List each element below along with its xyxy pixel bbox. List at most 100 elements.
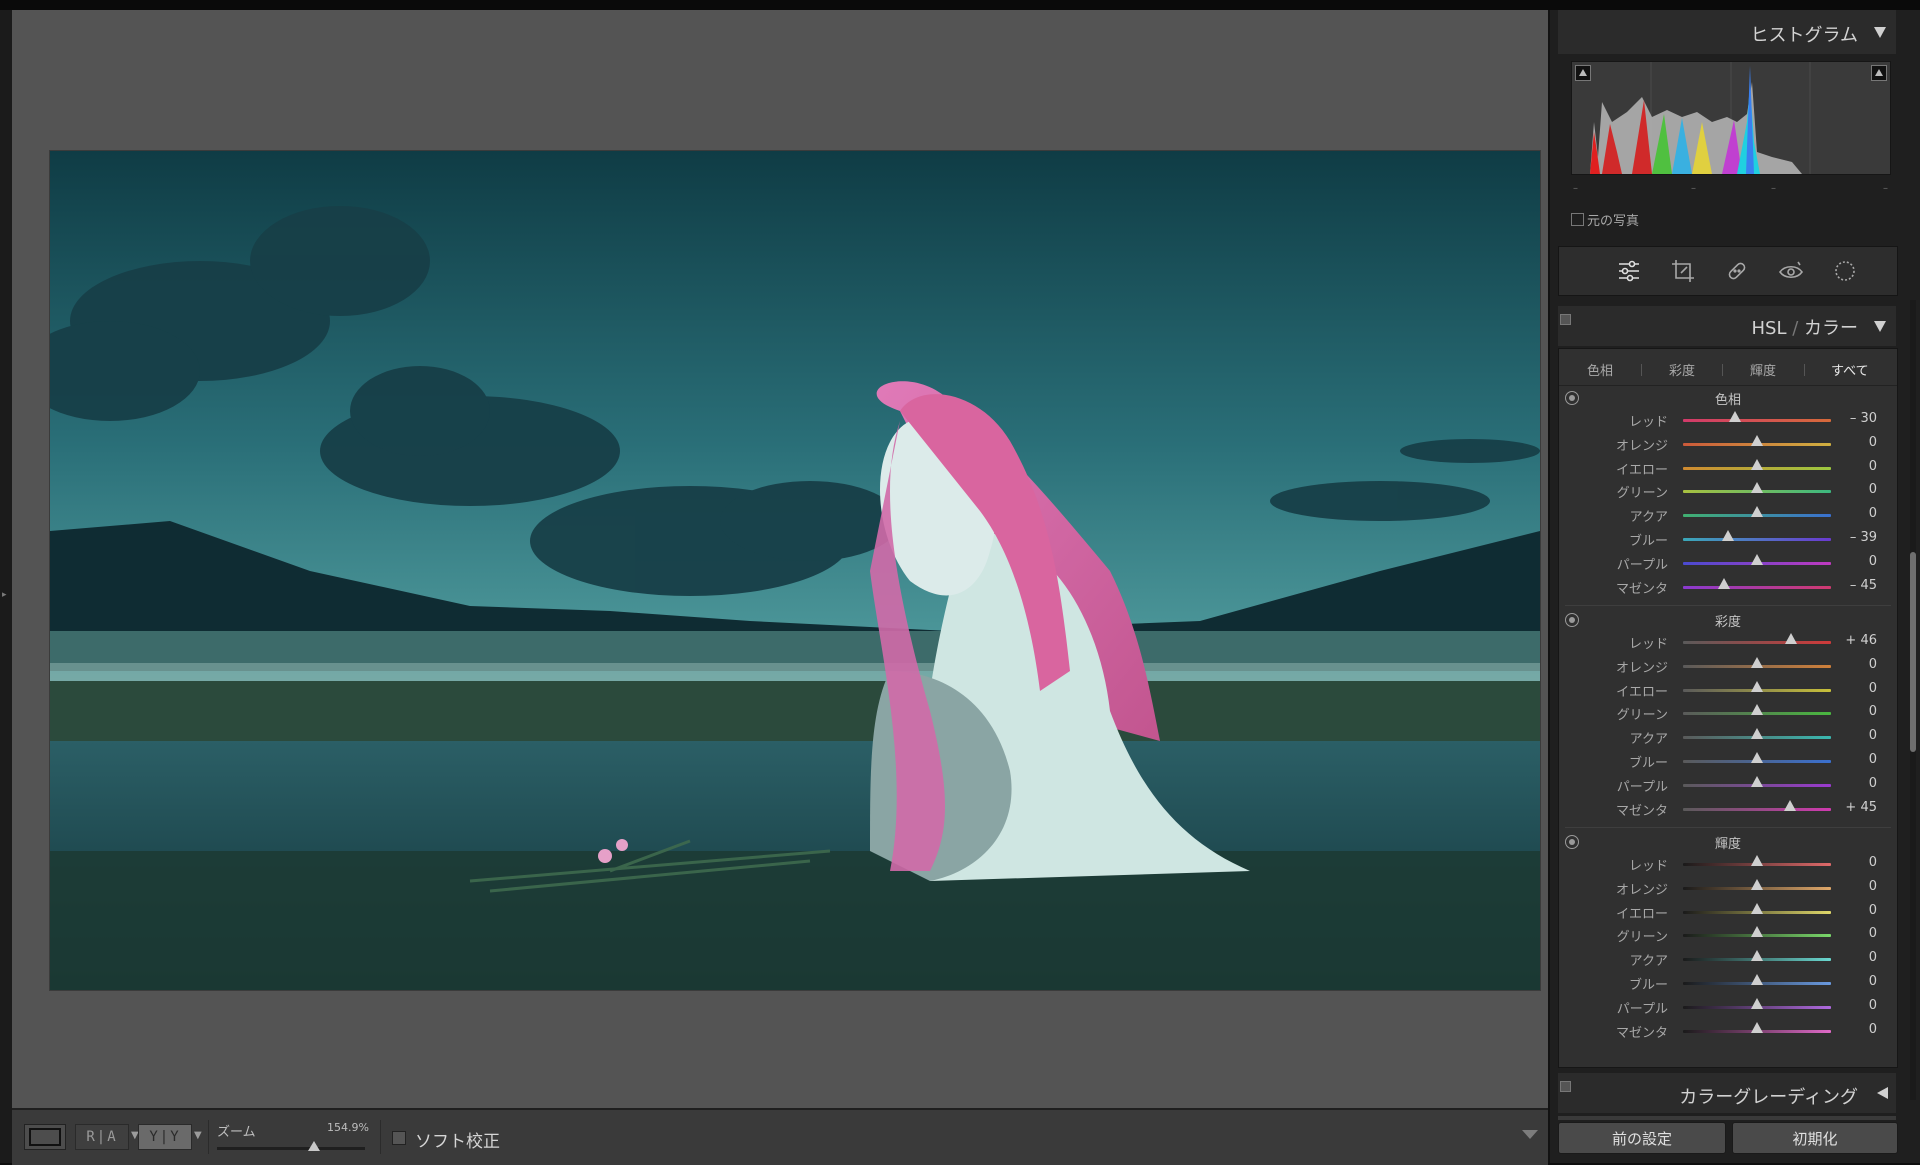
hsl-slider-track[interactable] (1683, 458, 1831, 470)
hsl-slider-handle[interactable] (1751, 680, 1763, 692)
hsl-slider-track[interactable] (1683, 878, 1831, 890)
hsl-slider-handle[interactable] (1751, 434, 1763, 446)
previous-settings-button[interactable]: 前の設定 (1558, 1122, 1726, 1154)
hsl-slider-track[interactable] (1683, 411, 1831, 422)
hsl-slider-track[interactable] (1683, 530, 1831, 541)
hsl-slider-handle[interactable] (1751, 950, 1763, 962)
collapse-triangle-icon[interactable] (1874, 321, 1886, 332)
tab-saturation[interactable]: 彩度 (1669, 360, 1695, 379)
hsl-slider-track[interactable] (1683, 577, 1831, 589)
hsl-slider-handle[interactable] (1751, 902, 1763, 914)
hsl-slider-value[interactable]: 0 (1827, 903, 1877, 918)
expand-triangle-icon[interactable] (1877, 1087, 1888, 1099)
hsl-slider-track[interactable] (1683, 680, 1831, 692)
hsl-slider-track[interactable] (1683, 997, 1831, 1009)
before-after-split-dropdown-icon[interactable]: ▼ (194, 1130, 202, 1141)
hsl-slider-handle[interactable] (1751, 752, 1763, 763)
hsl-slider-track[interactable] (1683, 855, 1831, 866)
hsl-slider-track[interactable] (1683, 506, 1831, 518)
tab-hue[interactable]: 色相 (1587, 360, 1613, 379)
original-photo-checkbox[interactable] (1571, 213, 1584, 226)
hsl-slider-value[interactable]: 0 (1827, 482, 1877, 497)
hsl-slider-value[interactable]: – 45 (1827, 578, 1877, 593)
hsl-slider-value[interactable]: 0 (1827, 435, 1877, 450)
hsl-slider-track[interactable] (1683, 704, 1831, 716)
hsl-slider-value[interactable]: 0 (1827, 879, 1877, 894)
original-photo-label[interactable]: 元の写真 (1587, 210, 1639, 229)
crop-icon[interactable] (1668, 256, 1698, 286)
hsl-slider-value[interactable]: 0 (1827, 998, 1877, 1013)
left-panel-edge[interactable]: ▸ (0, 10, 12, 1163)
tab-all[interactable]: すべて (1831, 360, 1869, 379)
hsl-slider-track[interactable] (1683, 1021, 1831, 1033)
histogram-chart[interactable] (1571, 61, 1891, 175)
hsl-slider-handle[interactable] (1751, 775, 1763, 787)
tab-luminance[interactable]: 輝度 (1750, 360, 1776, 379)
sliders-icon[interactable] (1614, 256, 1644, 286)
hsl-slider-track[interactable] (1683, 752, 1831, 763)
hsl-slider-value[interactable]: 0 (1827, 974, 1877, 989)
hsl-slider-track[interactable] (1683, 950, 1831, 962)
hsl-slider-track[interactable] (1683, 633, 1831, 644)
hsl-slider-value[interactable]: 0 (1827, 855, 1877, 870)
hsl-slider-track[interactable] (1683, 482, 1831, 494)
mask-icon[interactable] (1830, 256, 1860, 286)
hsl-slider-handle[interactable] (1722, 530, 1735, 541)
hsl-slider-handle[interactable] (1751, 553, 1763, 565)
hsl-slider-value[interactable]: 0 (1827, 704, 1877, 719)
hsl-slider-track[interactable] (1683, 799, 1831, 811)
hsl-slider-handle[interactable] (1784, 799, 1797, 811)
hsl-slider-handle[interactable] (1751, 482, 1763, 494)
hsl-slider-handle[interactable] (1751, 656, 1763, 668)
softproof-checkbox[interactable] (392, 1131, 406, 1145)
hsl-slider-value[interactable]: 0 (1827, 1022, 1877, 1037)
zoom-slider[interactable] (217, 1141, 365, 1151)
hsl-slider-handle[interactable] (1751, 506, 1763, 518)
hsl-slider-value[interactable]: + 45 (1827, 800, 1877, 815)
loupe-view-button[interactable] (24, 1124, 66, 1150)
hsl-slider-value[interactable]: 0 (1827, 728, 1877, 743)
panel-toggle-icon[interactable] (1560, 1081, 1571, 1092)
hsl-slider-track[interactable] (1683, 926, 1831, 938)
hsl-slider-handle[interactable] (1751, 926, 1763, 938)
hsl-slider-value[interactable]: – 39 (1827, 530, 1877, 545)
zoom-slider-handle[interactable] (307, 1141, 320, 1151)
red-eye-icon[interactable] (1776, 256, 1806, 286)
hsl-slider-track[interactable] (1683, 553, 1831, 565)
hsl-slider-value[interactable]: 0 (1827, 506, 1877, 521)
hsl-slider-value[interactable]: 0 (1827, 681, 1877, 696)
hsl-slider-value[interactable]: 0 (1827, 554, 1877, 569)
color-grading-header[interactable]: カラーグレーディング (1558, 1073, 1896, 1113)
hsl-slider-handle[interactable] (1751, 704, 1763, 716)
hsl-slider-value[interactable]: 0 (1827, 950, 1877, 965)
hsl-panel-header[interactable]: HSL / カラー (1558, 306, 1896, 346)
hsl-slider-value[interactable]: – 30 (1827, 411, 1877, 426)
hsl-slider-handle[interactable] (1751, 458, 1763, 470)
before-after-split-button[interactable]: Y|Y (138, 1124, 192, 1150)
expand-left-panel-icon[interactable]: ▸ (2, 590, 7, 600)
hsl-slider-value[interactable]: 0 (1827, 926, 1877, 941)
panel-toggle-icon[interactable] (1560, 314, 1571, 325)
hsl-slider-handle[interactable] (1751, 878, 1763, 890)
hsl-slider-handle[interactable] (1728, 411, 1741, 422)
hsl-slider-value[interactable]: + 46 (1827, 633, 1877, 648)
hsl-slider-value[interactable]: 0 (1827, 776, 1877, 791)
before-after-lr-button[interactable]: R|A (75, 1124, 129, 1150)
toolbar-options-dropdown-icon[interactable] (1522, 1130, 1538, 1139)
hsl-slider-handle[interactable] (1751, 728, 1763, 740)
panel-scrollbar-thumb[interactable] (1910, 552, 1916, 752)
hsl-slider-handle[interactable] (1751, 974, 1763, 985)
photo-preview[interactable] (49, 150, 1541, 991)
hsl-slider-handle[interactable] (1751, 1021, 1763, 1033)
hsl-slider-value[interactable]: 0 (1827, 459, 1877, 474)
hsl-slider-track[interactable] (1683, 974, 1831, 985)
hsl-slider-handle[interactable] (1717, 577, 1730, 589)
histogram-header[interactable]: ヒストグラム (1558, 10, 1896, 54)
reset-button[interactable]: 初期化 (1732, 1122, 1898, 1154)
hsl-slider-handle[interactable] (1751, 997, 1763, 1009)
hsl-slider-track[interactable] (1683, 775, 1831, 787)
hsl-slider-track[interactable] (1683, 902, 1831, 914)
hsl-slider-handle[interactable] (1785, 633, 1798, 644)
hsl-slider-value[interactable]: 0 (1827, 752, 1877, 767)
hsl-slider-track[interactable] (1683, 656, 1831, 668)
